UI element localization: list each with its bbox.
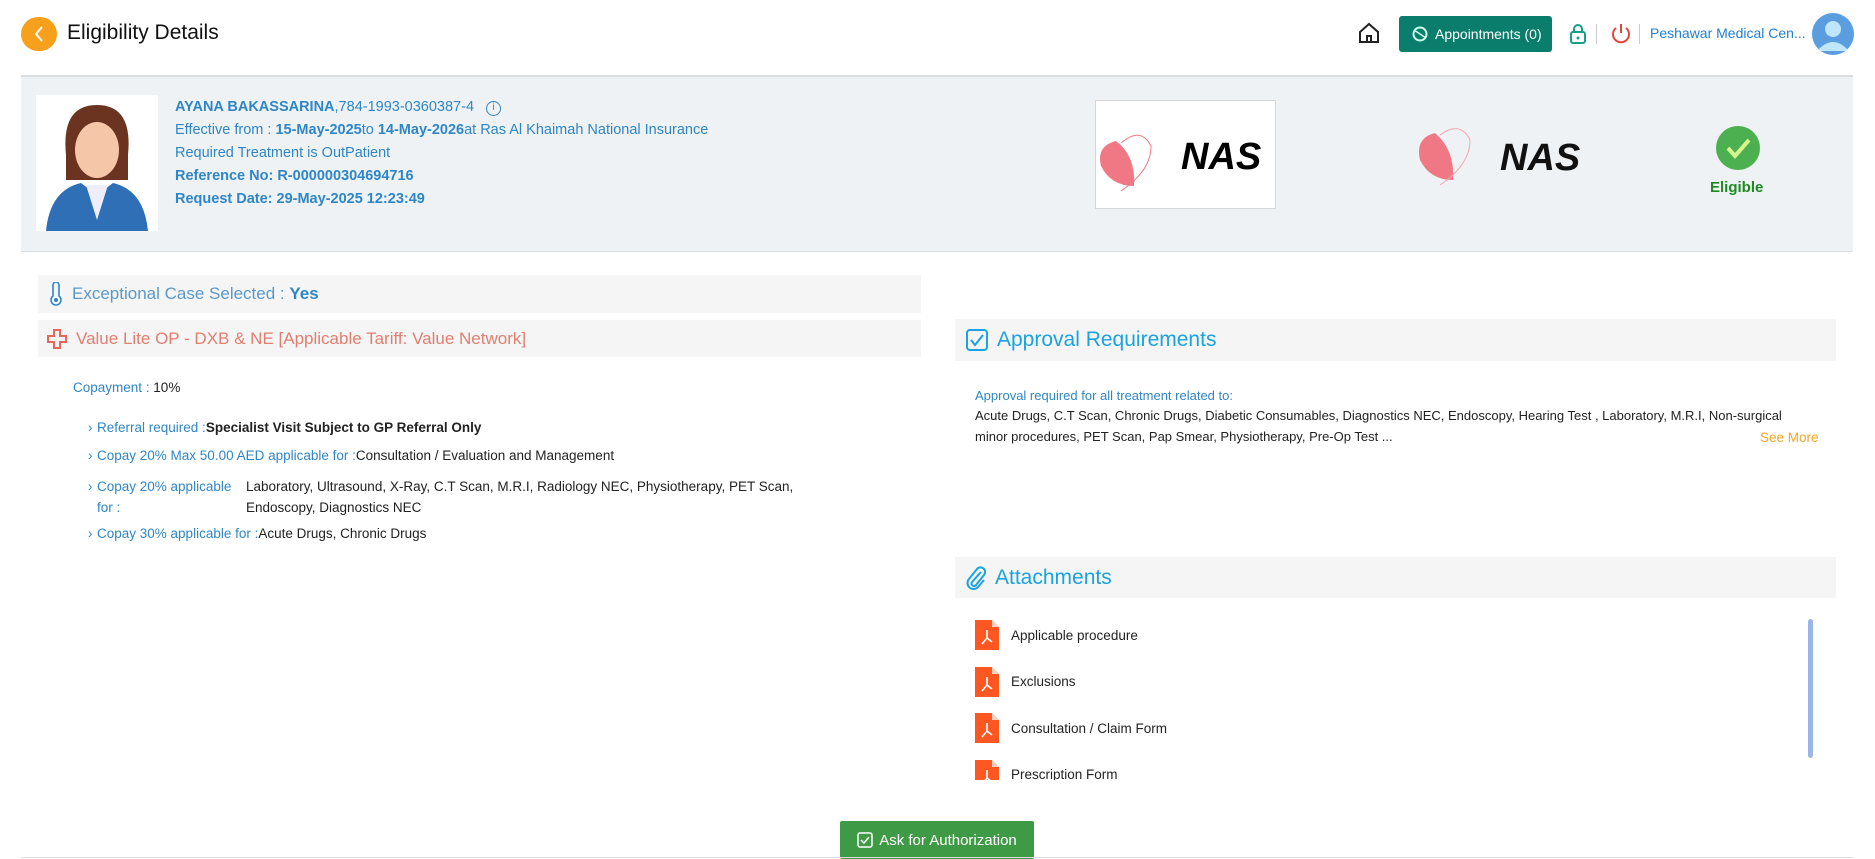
chevron-left-icon [34,26,43,42]
attachment-item[interactable]: Consultation / Claim Form [975,705,1815,752]
thermometer-icon [50,282,62,306]
back-button[interactable] [21,17,57,51]
pdf-icon [975,759,999,780]
benefit-item: › Referral required : Specialist Visit Sub… [88,420,482,435]
request-date: Request Date: 29-May-2025 12:23:49 [175,191,425,207]
organization-name[interactable]: Peshawar Medical Cen... [1650,25,1806,41]
logo-text: NAS [1181,136,1261,178]
patient-id: ,784-1993-0360387-4 [334,99,475,115]
power-icon[interactable] [1609,22,1633,51]
attachment-item[interactable]: Applicable procedure [975,612,1815,659]
effective-period: Effective from : 15-May-2025to 14-May-20… [175,122,709,138]
divider [1639,24,1640,44]
exceptional-value: Yes [289,284,319,303]
benefit-item: › Copay 20% applicable for : Laboratory, U… [88,476,866,518]
copayment: Copayment : 10% [73,380,181,395]
approval-list-line2: minor procedures, PET Scan, Pap Smear, P… [975,429,1393,444]
user-avatar[interactable] [1812,13,1854,55]
treatment-type: Required Treatment is OutPatient [175,145,391,161]
appointments-icon [1412,26,1428,42]
patient-photo [36,95,158,231]
pdf-icon [975,666,999,697]
lock-icon[interactable] [1568,22,1588,51]
attachments-scrollbar[interactable] [1808,619,1813,758]
plan-title: Value Lite OP - DXB & NE [Applicable Tar… [76,328,527,348]
approval-intro: Approval required for all treatment rela… [975,388,1233,403]
home-icon[interactable] [1357,21,1381,50]
chevron-right-icon: › [88,448,93,463]
benefit-item: › Copay 20% Max 50.00 AED applicable for … [88,448,615,463]
exceptional-case-bar: Exceptional Case Selected : Yes [38,275,921,313]
see-more-link[interactable]: See More [1760,430,1819,445]
pdf-icon [975,713,999,744]
chevron-right-icon: › [88,420,93,435]
eligibility-status: Eligible [1710,179,1764,196]
plan-bar: Value Lite OP - DXB & NE [Applicable Tar… [38,320,921,357]
eligible-check-icon [1716,126,1760,170]
ask-for-authorization-button[interactable]: Ask for Authorization [840,821,1034,859]
insurer-logo: NAS [1095,100,1276,209]
patient-name: AYANA BAKASSARINA [175,99,335,115]
divider [1596,24,1597,44]
attachment-item[interactable]: Prescription Form [975,752,1815,780]
appointments-button[interactable]: Appointments (0) [1399,16,1552,52]
attachment-item[interactable]: Exclusions [975,659,1815,706]
attachments-list: Applicable procedure Exclusions Consulta… [975,612,1815,780]
approval-list-line1: Acute Drugs, C.T Scan, Chronic Drugs, Di… [975,408,1782,423]
page-title: Eligibility Details [67,21,219,44]
pdf-icon [975,620,999,651]
checkbox-icon [857,832,873,848]
svg-text:NAS: NAS [1500,137,1580,179]
reference-number: Reference No: R-000000304694716 [175,168,414,184]
attachments-header: Attachments [955,557,1836,598]
appointments-label: Appointments (0) [1435,26,1542,42]
divider [21,857,1853,858]
checkbox-icon [966,329,988,351]
chevron-right-icon: › [88,479,93,494]
approval-requirements-header: Approval Requirements [955,319,1836,361]
medical-cross-icon [47,328,67,349]
info-icon[interactable]: i [486,101,502,116]
chevron-right-icon: › [88,526,93,541]
paperclip-icon [966,565,987,590]
tpa-logo: NAS [1410,120,1610,190]
benefit-item: › Copay 30% applicable for : Acute Drugs, … [88,526,427,541]
